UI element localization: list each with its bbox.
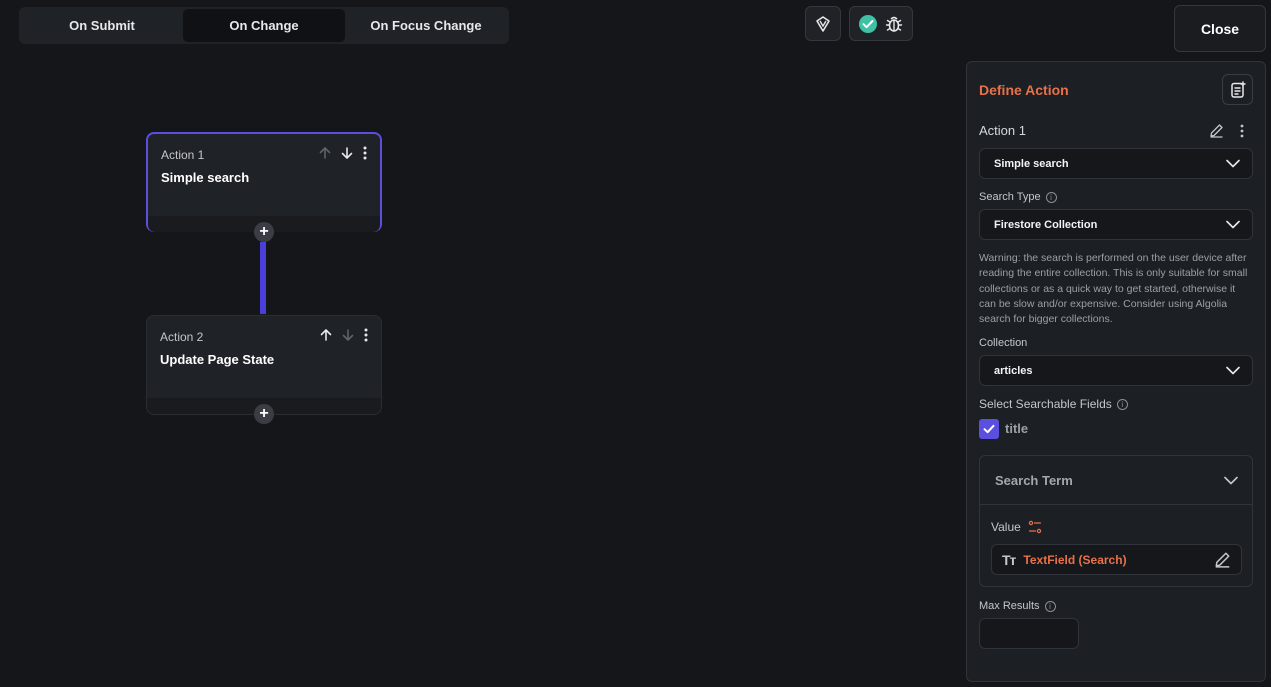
field-title-checkbox[interactable] <box>979 419 999 439</box>
more-vert-icon[interactable] <box>1239 124 1245 138</box>
searchable-fields-label-text: Select Searchable Fields <box>979 397 1112 411</box>
check-circle-icon <box>859 14 877 33</box>
value-source-field[interactable]: Tт TextField (Search) <box>991 544 1242 575</box>
value-label: Value <box>991 520 1042 534</box>
info-icon[interactable]: i <box>1044 600 1056 612</box>
arrow-up-icon[interactable] <box>319 328 333 342</box>
info-icon[interactable]: i <box>1045 191 1057 203</box>
close-button[interactable]: Close <box>1174 5 1266 52</box>
action-name: Update Page State <box>160 352 275 367</box>
value-source-text: TextField (Search) <box>1023 552 1127 567</box>
search-term-header[interactable]: Search Term <box>980 456 1252 505</box>
collection-value: articles <box>994 364 1033 377</box>
tab-on-change[interactable]: On Change <box>183 9 345 42</box>
search-type-select[interactable]: Firestore Collection <box>979 209 1253 240</box>
collection-select[interactable]: articles <box>979 355 1253 386</box>
variable-settings-icon[interactable] <box>1028 520 1042 534</box>
validation-button[interactable] <box>849 6 913 41</box>
action-card-1[interactable]: Action 1 Simple search <box>146 132 382 232</box>
define-action-panel: Define Action Action 1 Simple search Sea… <box>966 61 1266 682</box>
chevron-down-icon <box>1226 366 1240 375</box>
action-docs-button[interactable] <box>1222 74 1253 105</box>
field-title-label: title <box>1005 421 1029 436</box>
document-add-icon <box>1230 80 1246 98</box>
tab-on-submit[interactable]: On Submit <box>21 9 183 42</box>
chevron-down-icon <box>1226 159 1240 168</box>
collection-label: Collection <box>979 337 1028 349</box>
action-type-select[interactable]: Simple search <box>979 148 1253 179</box>
max-results-input[interactable] <box>979 618 1079 649</box>
search-term-label: Search Term <box>995 472 1073 488</box>
action-card-2[interactable]: Action 2 Update Page State <box>146 315 382 415</box>
checkmark-icon <box>983 424 995 434</box>
search-warning-text: Warning: the search is performed on the … <box>979 252 1248 326</box>
edit-pencil-icon[interactable] <box>1209 123 1224 138</box>
action-type-value: Simple search <box>994 157 1069 170</box>
chevron-down-icon <box>1224 476 1238 484</box>
panel-title: Define Action <box>979 82 1069 98</box>
value-label-text: Value <box>991 520 1021 534</box>
text-type-icon: Tт <box>1002 551 1016 568</box>
edit-pencil-icon[interactable] <box>1214 551 1231 568</box>
tag-edit-button[interactable] <box>805 6 841 41</box>
tag-edit-icon <box>816 15 830 32</box>
max-results-label: Max Results i <box>979 600 1056 612</box>
max-results-label-text: Max Results <box>979 600 1040 612</box>
arrow-up-icon[interactable] <box>318 146 332 160</box>
arrow-down-icon[interactable] <box>341 328 355 342</box>
search-type-label-text: Search Type <box>979 191 1041 203</box>
search-term-section: Search Term Value Tт TextField (Search) <box>979 455 1253 587</box>
add-action-button-2[interactable]: + <box>254 404 274 424</box>
more-vert-icon[interactable] <box>362 146 368 160</box>
chevron-down-icon <box>1226 220 1240 229</box>
more-vert-icon[interactable] <box>363 328 369 342</box>
search-type-label: Search Type i <box>979 191 1057 203</box>
action-name: Simple search <box>161 170 250 185</box>
bug-icon <box>885 16 903 32</box>
action-connector <box>260 242 266 314</box>
search-type-value: Firestore Collection <box>994 218 1098 231</box>
info-icon[interactable]: i <box>1116 398 1128 410</box>
tab-on-focus-change[interactable]: On Focus Change <box>345 9 507 42</box>
trigger-tabs: On Submit On Change On Focus Change <box>19 7 509 44</box>
add-action-button-1[interactable]: + <box>254 222 274 242</box>
searchable-fields-label: Select Searchable Fields i <box>979 397 1128 411</box>
arrow-down-icon[interactable] <box>340 146 354 160</box>
action-label: Action 1 <box>979 123 1026 138</box>
